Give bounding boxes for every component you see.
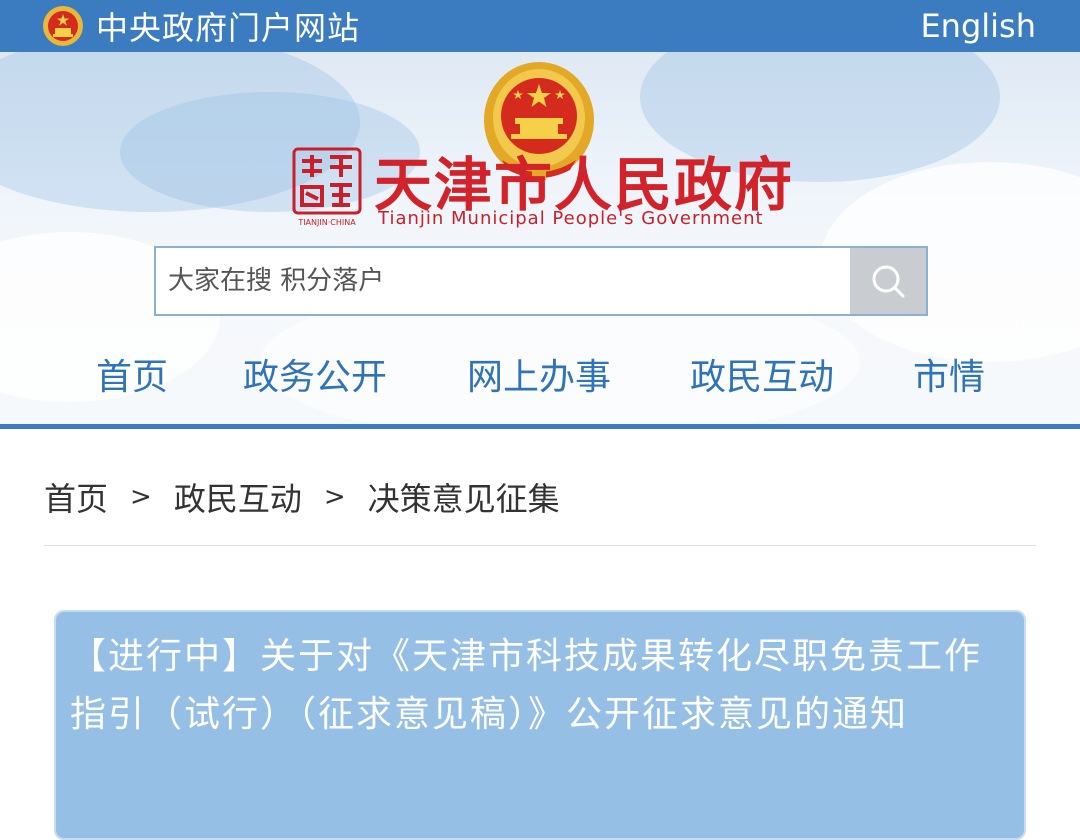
seal-caption: TIANJIN·CHINA: [297, 218, 356, 227]
central-gov-portal-link[interactable]: 中央政府门户网站: [42, 3, 360, 49]
notice-title[interactable]: 【进行中】关于对《天津市科技成果转化尽职免责工作指引（试行）（征求意见稿）》公开…: [70, 628, 1010, 744]
breadcrumb-separator: >: [130, 482, 152, 512]
search-icon: [872, 265, 905, 298]
central-gov-portal-label: 中央政府门户网站: [96, 9, 361, 47]
breadcrumb-separator: >: [323, 482, 346, 512]
nav-item-gov-affairs[interactable]: 政务公开: [243, 348, 387, 400]
search-bar: [154, 246, 928, 316]
header-banner: TIANJIN·CHINA 天津市人民政府 Tianjin Municipal …: [0, 52, 1080, 424]
nav-item-home[interactable]: 首页: [96, 348, 168, 400]
nav-item-interaction[interactable]: 政民互动: [690, 348, 834, 400]
content-divider: [44, 545, 1036, 546]
nav-item-city-info[interactable]: 市情: [913, 348, 985, 400]
national-emblem-icon: [43, 6, 83, 46]
breadcrumb-interaction[interactable]: 政民互动: [174, 474, 302, 520]
english-link[interactable]: English: [920, 7, 1036, 45]
search-input[interactable]: [156, 248, 850, 314]
main-nav: 首页 政务公开 网上办事 政民互动 市情: [0, 344, 1080, 404]
notice-card[interactable]: 【进行中】关于对《天津市科技成果转化尽职免责工作指引（试行）（征求意见稿）》公开…: [54, 610, 1026, 840]
breadcrumb: 首页 > 政民互动 > 决策意见征集: [44, 474, 560, 520]
breadcrumb-current: 决策意见征集: [367, 480, 560, 518]
tianjin-government-seal-icon: TIANJIN·CHINA: [292, 147, 362, 227]
nav-divider: [0, 424, 1080, 429]
search-button[interactable]: [850, 248, 926, 314]
top-bar: 中央政府门户网站 English: [0, 0, 1080, 52]
breadcrumb-home[interactable]: 首页: [44, 474, 108, 520]
nav-item-online-services[interactable]: 网上办事: [467, 348, 611, 400]
site-subtitle: Tianjin Municipal People's Government: [378, 208, 764, 229]
